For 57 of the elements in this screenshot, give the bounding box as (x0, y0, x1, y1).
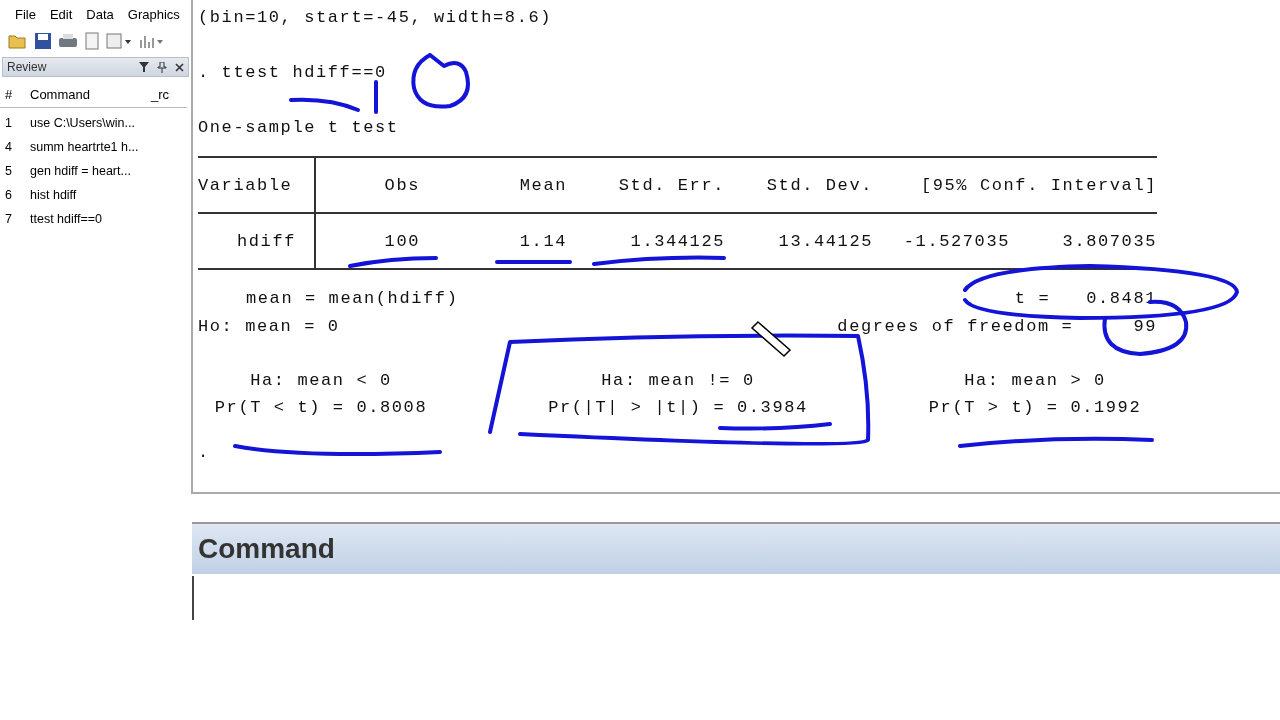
table-header: Std. Err. (617, 175, 725, 195)
panel-title: Command (198, 533, 335, 565)
column-header[interactable]: # (0, 86, 30, 102)
output-line: mean = mean(hdiff) (245, 288, 459, 308)
statistic-value: 99 (1133, 316, 1157, 336)
command-echo: . ttest hdiff==0 (198, 62, 388, 84)
table-cell-text: -1.527035 (902, 231, 1010, 251)
output-line: (bin=10, start=-45, width=8.6) (198, 7, 554, 29)
print-icon[interactable] (58, 32, 78, 50)
table-header: Obs (383, 175, 420, 195)
probability-line: Pr(T > t) = 0.1992 (928, 397, 1142, 419)
pin-icon[interactable] (157, 61, 167, 73)
history-command[interactable]: use C:\Users\win... (30, 116, 191, 130)
pen-tick (374, 80, 378, 114)
hypothesis-label: Ha: mean > 0 (964, 370, 1106, 392)
table-cell-text: 1.14 (518, 231, 567, 251)
table-header: [95% Conf. Interval] (919, 175, 1157, 195)
close-icon[interactable] (175, 62, 184, 72)
table-cell-text: 100 (383, 231, 420, 251)
table-cell-text: 1.344125 (629, 231, 725, 251)
hypothesis-label: Ha: mean != 0 (601, 370, 755, 392)
command-number: 6 (4, 188, 13, 202)
filter-icon[interactable] (139, 62, 149, 72)
table-header: Variable (198, 158, 316, 212)
statistic-label: t = (1014, 288, 1051, 308)
panel-title: Review (7, 60, 47, 74)
command-number: 5 (4, 164, 13, 178)
menu-item[interactable]: Edit (42, 6, 80, 22)
history-command[interactable]: gen hdiff = heart... (30, 164, 191, 178)
column-header[interactable]: _rc (151, 86, 187, 102)
history-command[interactable]: ttest hdiff==0 (30, 212, 191, 226)
pencil-cursor-icon (750, 320, 792, 358)
menu-item[interactable]: Graphics (120, 6, 187, 22)
viewer-dropdown-icon[interactable] (106, 32, 132, 50)
probability-line: Pr(T < t) = 0.8008 (214, 397, 428, 419)
open-folder-icon[interactable] (8, 32, 28, 50)
command-number: 1 (4, 116, 13, 130)
save-icon[interactable] (34, 32, 52, 50)
menu-item[interactable]: File (8, 6, 43, 22)
pen-underline (289, 97, 360, 112)
history-command[interactable]: summ heartrte1 h... (30, 140, 191, 154)
column-header[interactable]: Command (30, 86, 151, 102)
command-number: 7 (4, 212, 13, 226)
command-number: 4 (4, 140, 13, 154)
hypothesis-label: Ha: mean < 0 (250, 370, 392, 392)
table-cell: hdiff (198, 214, 316, 268)
table-header: Mean (518, 175, 567, 195)
menu-item[interactable]: Data (79, 6, 121, 22)
output-line: Ho: mean = 0 (198, 316, 340, 336)
probability-line: Pr(|T| > |t|) = 0.3984 (548, 397, 808, 419)
prompt-dot: . (198, 443, 210, 462)
output-title: One-sample t test (198, 117, 400, 139)
table-cell-text: 3.807035 (1061, 231, 1157, 251)
history-command[interactable]: hist hdiff (30, 188, 191, 202)
statistic-label: degrees of freedom = (837, 316, 1074, 336)
table-header: Std. Dev. (765, 175, 873, 195)
table-cell-text: 13.44125 (777, 231, 873, 251)
